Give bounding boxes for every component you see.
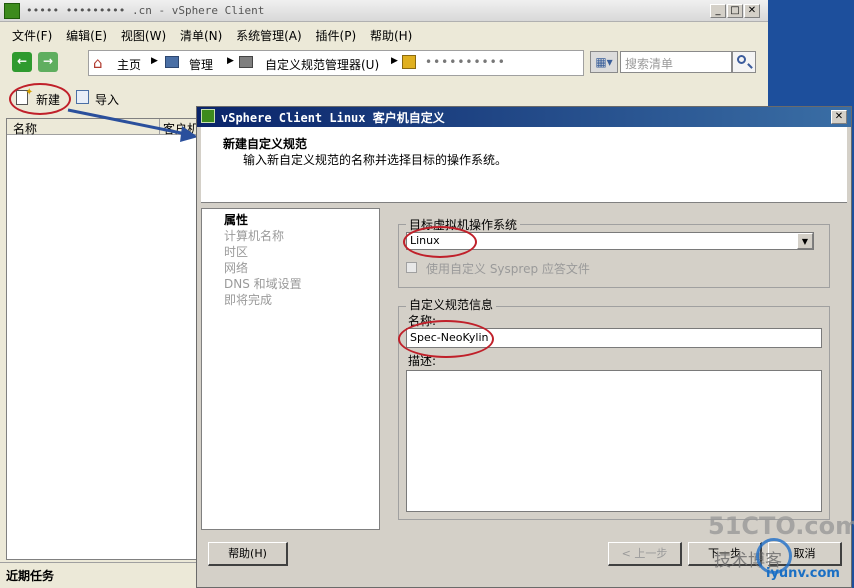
recent-tasks-bar: 近期任务 (0, 562, 200, 588)
maximize-button[interactable]: □ (727, 4, 743, 18)
step-finish[interactable]: 即将完成 (224, 291, 272, 308)
main-window-title: ••••• ••••••••• .cn - vSphere Client (26, 4, 265, 17)
annotation-arrow (67, 108, 198, 142)
step-network[interactable]: 网络 (224, 259, 248, 276)
spec-list[interactable] (6, 118, 202, 560)
back-button[interactable]: ← (12, 52, 32, 72)
menu-admin[interactable]: 系统管理(A) (236, 29, 302, 43)
home-icon: ⌂ (93, 54, 103, 72)
help-button[interactable]: 帮助(H) (208, 542, 288, 566)
menu-plugins[interactable]: 插件(P) (316, 29, 357, 43)
dialog-header-subtitle: 输入新自定义规范的名称并选择目标的操作系统。 (243, 153, 508, 167)
description-field[interactable] (406, 370, 822, 512)
menu-inventory[interactable]: 清单(N) (180, 29, 222, 43)
chevron-right-icon: ▶ (227, 56, 234, 66)
search-button[interactable] (732, 51, 756, 73)
step-timezone[interactable]: 时区 (224, 243, 248, 260)
info-group-label: 自定义规范信息 (406, 296, 497, 313)
chevron-right-icon: ▶ (151, 56, 158, 66)
menu-bar: 文件(F) 编辑(E) 视图(W) 清单(N) 系统管理(A) 插件(P) 帮助… (0, 24, 768, 44)
annotation-arrow-line (67, 108, 187, 136)
dialog-header-title: 新建自定义规范 (223, 137, 308, 151)
menu-file[interactable]: 文件(F) (12, 29, 52, 43)
watermark: 51CTO.com 技术博客 iyunv.com (700, 508, 854, 586)
main-titlebar: ••••• ••••••••• .cn - vSphere Client _ □… (0, 0, 768, 22)
breadcrumb-spec-manager[interactable]: 自定义规范管理器(U) (265, 56, 379, 73)
back-step-button[interactable]: < 上一步 (608, 542, 682, 566)
step-properties[interactable]: 属性 (224, 211, 248, 228)
breadcrumb-admin[interactable]: 管理 (189, 56, 213, 73)
minimize-button[interactable]: _ (710, 4, 726, 18)
column-name[interactable]: 名称 (13, 120, 37, 137)
dialog-close-button[interactable]: ✕ (831, 110, 847, 124)
spec-manager-icon (239, 56, 253, 68)
dialog-title: vSphere Client Linux 客户机自定义 (221, 111, 445, 125)
steps-panel: 属性 计算机名称 时区 网络 DNS 和域设置 即将完成 (201, 208, 380, 530)
dialog-titlebar: vSphere Client Linux 客户机自定义 ✕ (197, 107, 851, 127)
breadcrumb-host[interactable]: •••••••••• (425, 55, 506, 69)
admin-icon (165, 56, 179, 68)
search-scope-button[interactable]: ▦▾ (590, 51, 618, 73)
recent-tasks-label[interactable]: 近期任务 (6, 567, 54, 584)
vsphere-logo-icon (4, 3, 20, 19)
step-computer-name[interactable]: 计算机名称 (224, 227, 284, 244)
menu-view[interactable]: 视图(W) (121, 29, 166, 43)
dialog-header: 新建自定义规范 输入新自定义规范的名称并选择目标的操作系统。 (201, 127, 847, 203)
dialog-logo-icon (201, 109, 215, 123)
sysprep-label: 使用自定义 Sysprep 应答文件 (426, 262, 590, 276)
close-button[interactable]: ✕ (744, 4, 760, 18)
breadcrumb-home[interactable]: 主页 (117, 56, 141, 73)
watermark-domain: iyunv.com (766, 566, 840, 581)
search-placeholder: 搜索清单 (625, 57, 674, 71)
sysprep-checkbox[interactable] (406, 262, 417, 273)
watermark-site: 51CTO.com (708, 512, 854, 540)
menu-help[interactable]: 帮助(H) (370, 29, 412, 43)
menu-edit[interactable]: 编辑(E) (66, 29, 107, 43)
step-dns[interactable]: DNS 和域设置 (224, 275, 302, 292)
breadcrumb: ⌂ 主页 ▶ 管理 ▶ 自定义规范管理器(U) ▶ •••••••••• (88, 50, 584, 76)
highlight-os-select (403, 226, 477, 258)
search-icon (737, 55, 746, 64)
forward-button[interactable]: → (38, 52, 58, 72)
search-icon-handle (747, 63, 753, 69)
chevron-right-icon: ▶ (391, 56, 398, 66)
chevron-down-icon[interactable]: ▼ (797, 233, 813, 249)
host-icon (402, 55, 416, 69)
search-input[interactable]: 搜索清单 (620, 51, 732, 73)
help-button-label: 帮助(H) (228, 547, 267, 560)
highlight-name-field (398, 320, 494, 358)
back-step-label: < 上一步 (621, 547, 668, 560)
